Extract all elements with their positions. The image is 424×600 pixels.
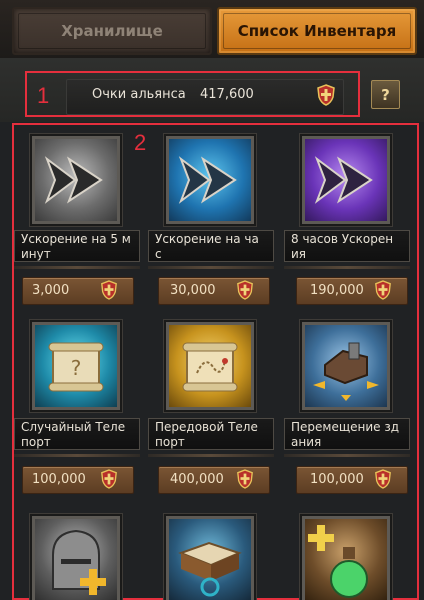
alliance-shield-icon bbox=[375, 280, 391, 300]
inventory-item-potion[interactable] bbox=[302, 516, 390, 600]
book-icon bbox=[178, 541, 242, 597]
divider bbox=[148, 454, 274, 457]
item-name-plate: Передовой Теле порт bbox=[148, 418, 274, 450]
tab-storage-label: Хранилище bbox=[61, 22, 163, 40]
speedup-5min-icon bbox=[44, 156, 103, 204]
advanced-teleport-scroll-icon bbox=[182, 342, 238, 392]
item-price: 30,000 bbox=[170, 283, 216, 298]
inventory-item-advanced-teleport[interactable] bbox=[166, 322, 254, 410]
potion-plus-icon bbox=[308, 525, 368, 598]
item-name-plate: 8 часов Ускорен ия bbox=[284, 230, 410, 262]
inventory-item-speedup-5min[interactable] bbox=[32, 136, 120, 224]
inventory-item-book[interactable] bbox=[166, 516, 254, 600]
inventory-item-speedup-8h[interactable] bbox=[302, 136, 390, 224]
item-name: Передовой Теле порт bbox=[155, 420, 258, 449]
help-button-label: ? bbox=[381, 85, 390, 104]
item-name: Ускорение на ча с bbox=[155, 232, 259, 261]
random-teleport-scroll-icon: ? bbox=[48, 342, 104, 392]
alliance-shield-icon bbox=[237, 469, 253, 489]
item-price: 3,000 bbox=[32, 283, 70, 298]
inventory-item-random-teleport[interactable]: ? bbox=[32, 322, 120, 410]
building-move-icon bbox=[313, 342, 379, 401]
inventory-item-speedup-1h[interactable] bbox=[166, 136, 254, 224]
alliance-shield-icon bbox=[101, 469, 117, 489]
item-price: 190,000 bbox=[310, 283, 364, 298]
item-name-plate: Ускорение на 5 м инут bbox=[14, 230, 140, 262]
alliance-shield-icon bbox=[375, 469, 391, 489]
divider bbox=[284, 454, 410, 457]
divider bbox=[14, 454, 140, 457]
item-price: 400,000 bbox=[170, 472, 224, 487]
annotation-label-1: 1 bbox=[37, 83, 50, 108]
inventory-item-knight-helmet[interactable] bbox=[32, 516, 120, 600]
item-name-plate: Перемещение зд ания bbox=[284, 418, 410, 450]
annotation-label-2: 2 bbox=[134, 130, 147, 155]
tab-inventory-list[interactable]: Список Инвентаря bbox=[217, 7, 417, 55]
annotation-box-1 bbox=[25, 71, 360, 117]
alliance-shield-icon bbox=[101, 280, 117, 300]
svg-text:?: ? bbox=[71, 356, 82, 380]
divider bbox=[148, 266, 274, 269]
tab-storage[interactable]: Хранилище bbox=[12, 7, 212, 55]
knight-helmet-plus-icon bbox=[52, 529, 106, 595]
item-price: 100,000 bbox=[32, 472, 86, 487]
alliance-shield-icon bbox=[237, 280, 253, 300]
item-name-plate: Ускорение на ча с bbox=[148, 230, 274, 262]
inventory-item-building-move[interactable] bbox=[302, 322, 390, 410]
item-price: 100,000 bbox=[310, 472, 364, 487]
item-name: Перемещение зд ания bbox=[291, 420, 400, 449]
speedup-8h-icon bbox=[314, 156, 373, 204]
divider bbox=[14, 266, 140, 269]
item-name: 8 часов Ускорен ия bbox=[291, 232, 394, 261]
item-name-plate: Случайный Теле порт bbox=[14, 418, 140, 450]
tab-inventory-label: Список Инвентаря bbox=[237, 22, 397, 40]
item-name: Ускорение на 5 м инут bbox=[21, 232, 131, 261]
divider bbox=[284, 266, 410, 269]
speedup-1h-icon bbox=[178, 156, 237, 204]
item-name: Случайный Теле порт bbox=[21, 420, 126, 449]
help-button[interactable]: ? bbox=[371, 80, 400, 109]
